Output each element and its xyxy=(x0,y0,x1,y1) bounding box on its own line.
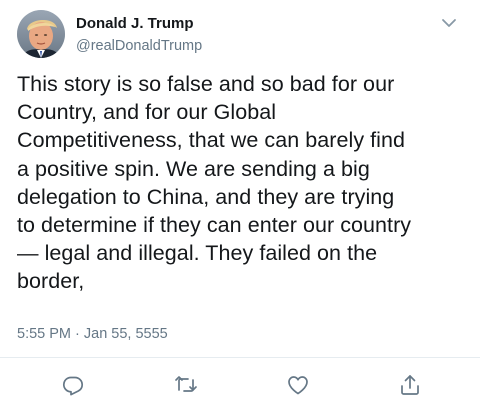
avatar[interactable] xyxy=(17,10,65,58)
tweet-text: This story is so false and so bad for ou… xyxy=(17,72,412,294)
share-icon xyxy=(401,375,419,395)
tweet-timestamp[interactable]: 5:55 PM · Jan 55, 5555 xyxy=(17,326,168,342)
reply-button[interactable] xyxy=(61,373,85,397)
divider xyxy=(0,357,480,358)
display-name[interactable]: Donald J. Trump xyxy=(76,15,194,32)
more-options-button[interactable] xyxy=(438,12,460,34)
chevron-down-icon xyxy=(442,19,456,27)
like-button[interactable] xyxy=(286,373,310,397)
profile-photo-icon xyxy=(17,10,65,58)
reply-icon xyxy=(62,376,84,396)
heart-icon xyxy=(288,376,308,395)
tweet-card: Donald J. Trump @realDonaldTrump This st… xyxy=(0,0,480,410)
retweet-icon xyxy=(175,376,197,392)
retweet-button[interactable] xyxy=(174,373,198,397)
user-handle[interactable]: @realDonaldTrump xyxy=(76,38,202,54)
share-button[interactable] xyxy=(398,373,422,397)
